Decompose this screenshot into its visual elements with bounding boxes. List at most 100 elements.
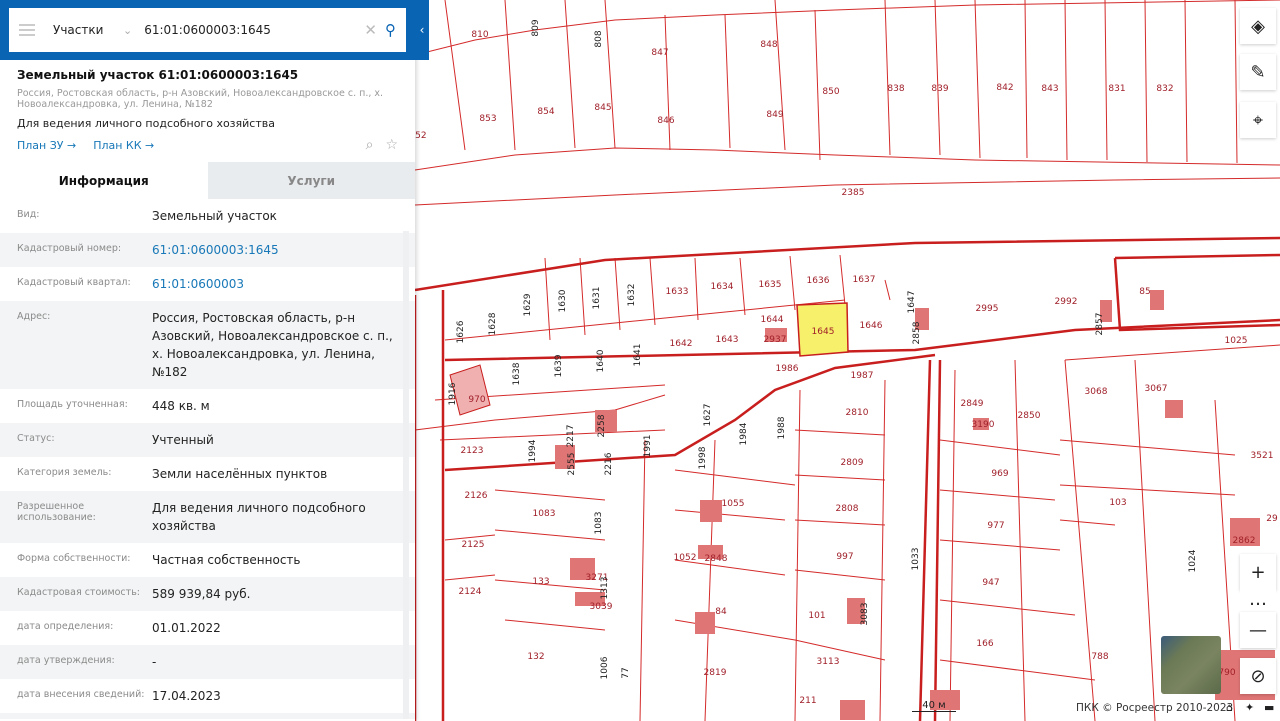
parcel-label[interactable]: 84 [715, 607, 726, 617]
parcel-label[interactable]: 2937 [764, 335, 787, 345]
parcel-label[interactable]: 1637 [853, 275, 876, 285]
home-icon[interactable]: ⌂ [1226, 701, 1233, 714]
parcel-label[interactable]: 1313 [596, 565, 614, 600]
parcel-label[interactable]: 1642 [670, 339, 693, 349]
parcel-label[interactable]: 2857 [1091, 301, 1109, 336]
parcel-label[interactable]: 1635 [759, 280, 782, 290]
parcel-label[interactable]: 211 [799, 696, 816, 706]
parcel-label[interactable]: 842 [996, 83, 1013, 93]
parcel-label[interactable]: 1632 [623, 272, 641, 307]
parcel-label[interactable]: 810 [471, 30, 488, 40]
ruler-button[interactable]: ✎ [1240, 54, 1276, 90]
parcel-label[interactable]: 3083 [856, 591, 874, 626]
parcel-label[interactable]: 2385 [842, 188, 865, 198]
parcel-label[interactable]: 1991 [639, 423, 657, 458]
parcel-label[interactable]: 1083 [590, 500, 608, 535]
info-value[interactable]: 61:01:0600003 [152, 275, 415, 293]
parcel-label[interactable]: 1994 [524, 428, 542, 463]
parcel-label[interactable]: 1643 [716, 335, 739, 345]
more-button[interactable]: … [1240, 584, 1276, 614]
parcel-label[interactable]: 2125 [462, 540, 485, 550]
parcel-label[interactable]: 1631 [588, 275, 606, 310]
parcel-label[interactable]: 2810 [846, 408, 869, 418]
parcel-label[interactable]: 1987 [851, 371, 874, 381]
compass-button[interactable]: ⊘ [1240, 658, 1276, 694]
parcel-label[interactable]: 2992 [1055, 297, 1078, 307]
parcel-label[interactable]: 2126 [465, 491, 488, 501]
tab-services[interactable]: Услуги [207, 162, 415, 199]
parcel-label[interactable]: 3067 [1145, 384, 1168, 394]
chevron-down-icon[interactable]: ⌄ [123, 24, 132, 37]
plan-zu-link[interactable]: План ЗУ → [17, 139, 76, 152]
parcel-label[interactable]: 1626 [452, 309, 470, 344]
parcel-label[interactable]: 2862 [1233, 536, 1256, 546]
parcel-label[interactable]: 2123 [461, 446, 484, 456]
parcel-label[interactable]: 2555 [563, 441, 581, 476]
parcel-label[interactable]: 1998 [694, 435, 712, 470]
parcel-label[interactable]: 1646 [860, 321, 883, 331]
parcel-label[interactable]: 3521 [1251, 451, 1274, 461]
locate-button[interactable]: ⌖ [1240, 102, 1276, 138]
parcel-label[interactable]: 839 [931, 84, 948, 94]
parcel-label[interactable]: 1634 [711, 282, 734, 292]
search-input[interactable]: 61:01:0600003:1645 [144, 23, 364, 37]
parcel-label[interactable]: 1006 [596, 645, 614, 680]
zoom-out-button[interactable]: — [1240, 612, 1276, 648]
parcel-label[interactable]: 29 [1266, 514, 1277, 524]
parcel-label[interactable]: 1052 [674, 553, 697, 563]
parcel-label[interactable]: 3068 [1085, 387, 1108, 397]
search-icon[interactable]: ⚲ [385, 21, 396, 39]
parcel-label[interactable]: 808 [590, 18, 608, 47]
parcel-label[interactable]: 1984 [735, 411, 753, 446]
satellite-basemap-toggle[interactable] [1161, 636, 1221, 694]
layers-button[interactable]: ◈ [1240, 8, 1276, 44]
collapse-panel-button[interactable]: ‹ [415, 0, 429, 60]
parcel-label[interactable]: 101 [808, 611, 825, 621]
plan-kk-link[interactable]: План КК → [93, 139, 154, 152]
parcel-label[interactable]: 2850 [1018, 411, 1041, 421]
parcel-label[interactable]: 1083 [533, 509, 556, 519]
parcel-label[interactable]: 1055 [722, 499, 745, 509]
scrollbar[interactable] [403, 231, 409, 719]
star-icon[interactable]: ☆ [385, 137, 398, 153]
parcel-label[interactable]: 133 [532, 577, 549, 587]
parcel-label[interactable]: 850 [822, 87, 839, 97]
parcel-label[interactable]: 852 [415, 131, 427, 141]
parcel-label[interactable]: 132 [527, 652, 544, 662]
parcel-label[interactable]: 809 [527, 7, 545, 36]
parcel-label[interactable]: 2124 [459, 587, 482, 597]
parcel-label[interactable]: 166 [976, 639, 993, 649]
parcel-label[interactable]: 1630 [554, 278, 572, 313]
pin-icon[interactable]: ✦ [1245, 701, 1254, 714]
parcel-label[interactable]: 1025 [1225, 336, 1248, 346]
parcel-label[interactable]: 3113 [817, 657, 840, 667]
parcel-label[interactable]: 2809 [841, 458, 864, 468]
parcel-label[interactable]: 2216 [600, 441, 618, 476]
parcel-label[interactable]: 847 [651, 48, 668, 58]
parcel-label[interactable]: 843 [1041, 84, 1058, 94]
parcel-label[interactable]: 1644 [761, 315, 784, 325]
parcel-label[interactable]: 831 [1108, 84, 1125, 94]
layer-select[interactable]: Участки [53, 23, 123, 37]
parcel-label[interactable]: 947 [982, 578, 999, 588]
parcel-label[interactable]: 2848 [705, 554, 728, 564]
parcel-label[interactable]: 849 [766, 110, 783, 120]
parcel-label[interactable]: 2258 [593, 403, 611, 438]
parcel-label[interactable]: 1638 [508, 351, 526, 386]
parcel-label[interactable]: 1916 [444, 371, 462, 406]
menu-icon[interactable] [19, 24, 35, 36]
parcel-label[interactable]: 2849 [961, 399, 984, 409]
parcel-label[interactable]: 970 [468, 395, 485, 405]
parcel-label[interactable]: 997 [836, 552, 853, 562]
parcel-label[interactable]: 2858 [908, 310, 926, 345]
parcel-label[interactable]: 853 [479, 114, 496, 124]
cadastral-map[interactable]: 810 809 808 847 848 853 854 845 846 849 850 838 839 8… [415, 0, 1280, 721]
parcel-label[interactable]: 3190 [972, 420, 995, 430]
parcel-label[interactable]: 854 [537, 107, 554, 117]
parcel-label[interactable]: 832 [1156, 84, 1173, 94]
parcel-label[interactable]: 1988 [773, 405, 791, 440]
parcel-label[interactable]: 788 [1091, 652, 1108, 662]
parcel-label[interactable]: 1627 [699, 392, 717, 427]
parcel-label[interactable]: 2808 [836, 504, 859, 514]
zoom-to-icon[interactable]: ⌕ [366, 137, 374, 153]
